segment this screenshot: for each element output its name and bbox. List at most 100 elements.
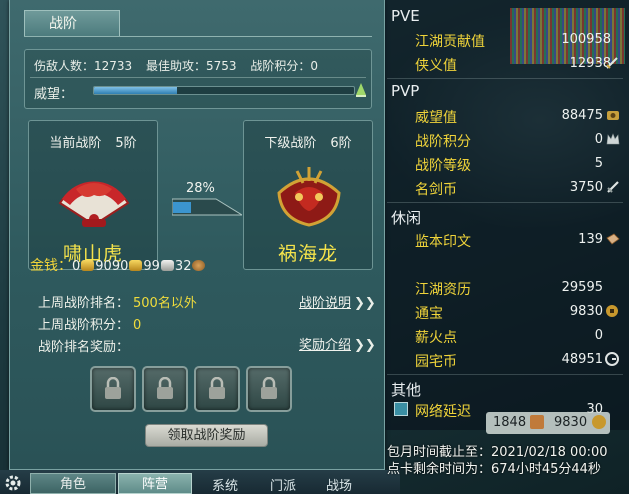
stat-value: 29595 — [561, 280, 603, 295]
rank-description-link[interactable]: 战阶说明 ❯❯ — [299, 292, 376, 311]
stats-box: 伤敌人数：12733 最佳助攻：5753 战阶积分：0 威望： — [24, 49, 372, 109]
next-rank-header: 下级战阶 6阶 — [244, 132, 372, 151]
rank-progress-percent: 28% — [186, 181, 215, 196]
scroll-currency-icon — [530, 415, 544, 429]
currency-strip: 1848 9830 — [486, 412, 610, 434]
next-rank-card: 下级战阶 6阶 祸海龙 — [243, 120, 373, 270]
gear-icon[interactable] — [4, 474, 22, 492]
crown-icon — [606, 133, 620, 145]
last-week-points-label: 上周战阶积分： — [38, 318, 130, 333]
gold-ingot-icon — [129, 260, 143, 271]
tab-underline — [24, 36, 372, 37]
current-rank-card: 当前战阶 5阶 啸山虎 — [28, 120, 158, 270]
double-chevron-right-icon: ❯❯ — [354, 296, 376, 311]
gold-brick-value: 0 — [72, 259, 81, 274]
next-rank-name: 祸海龙 — [277, 243, 338, 265]
current-rank-level: 5阶 — [115, 136, 137, 151]
current-rank-title: 当前战阶 — [49, 136, 102, 151]
rewards-intro-label: 奖励介绍 — [299, 338, 352, 353]
kills-stat: 伤敌人数：12733 — [34, 59, 133, 73]
gold-value: 9090 — [95, 259, 129, 274]
fan-emblem-icon — [58, 181, 130, 227]
reward-slot-1[interactable] — [90, 366, 136, 412]
points-stat: 战阶积分：0 — [250, 59, 319, 73]
stat-value: 139 — [578, 232, 603, 247]
stat-label: 名剑币 — [415, 182, 457, 198]
tab-rank[interactable]: 战阶 — [24, 10, 120, 37]
stat-label: 战阶等级 — [415, 158, 471, 174]
reward-slot-4[interactable] — [246, 366, 292, 412]
last-week-rank-value: 500名以外 — [133, 296, 197, 311]
claim-rank-reward-button[interactable]: 领取战阶奖励 — [145, 424, 268, 447]
stat-label: 园宅币 — [415, 354, 457, 370]
last-week-rank-row: 上周战阶排名： 500名以外 — [38, 292, 197, 311]
stat-value: 5 — [594, 156, 603, 171]
stat-label: 网络延迟 — [415, 404, 471, 420]
divider — [387, 202, 623, 203]
current-rank-header: 当前战阶 5阶 — [29, 132, 157, 151]
sword-icon — [606, 57, 618, 69]
divider — [387, 374, 623, 375]
currency-left-value: 1848 — [493, 415, 527, 430]
next-rank-level: 6阶 — [330, 136, 352, 151]
reward-slot-3[interactable] — [194, 366, 240, 412]
prestige-badge-icon — [607, 111, 619, 120]
double-chevron-right-icon: ❯❯ — [354, 338, 376, 353]
last-week-rank-label: 上周战阶排名： — [38, 296, 130, 311]
stat-value: 48951 — [561, 352, 603, 367]
stat-label: 威望值 — [415, 110, 457, 126]
stat-label: 江湖贡献值 — [415, 34, 485, 50]
prestige-label: 威望： — [34, 87, 74, 102]
stat-label: 侠义值 — [415, 58, 457, 74]
stat-label: 监本印文 — [415, 234, 471, 250]
stats-line: 伤敌人数：12733 最佳助攻：5753 战阶积分：0 — [34, 57, 328, 74]
currency-right-value: 9830 — [554, 415, 588, 430]
lock-icon — [209, 377, 225, 399]
tab-character[interactable]: 角色 — [30, 473, 116, 494]
copper-coin-icon — [192, 260, 206, 271]
rank-panel: 战阶 伤敌人数：12733 最佳助攻：5753 战阶积分：0 威望： 当前战阶 5… — [9, 0, 385, 470]
stat-label: 战阶积分 — [415, 134, 471, 150]
rewards-intro-link[interactable]: 奖励介绍 ❯❯ — [299, 334, 376, 353]
pve-section-title: PVE — [391, 7, 420, 25]
tab-camp[interactable]: 阵营 — [118, 473, 192, 494]
divider — [30, 77, 366, 78]
copper-value: 32 — [174, 259, 192, 274]
reward-slot-2[interactable] — [142, 366, 188, 412]
network-latency-checkbox[interactable] — [394, 402, 408, 416]
gold-brick-icon — [81, 260, 95, 271]
silver-value: 99 — [143, 259, 160, 274]
tongbao-coin-icon — [606, 305, 618, 317]
money-row: 金钱：0 9090 99 32 — [30, 255, 206, 275]
lock-icon — [157, 377, 173, 399]
lock-icon — [261, 377, 277, 399]
prestige-bar-fill — [94, 87, 178, 94]
tab-battlefield[interactable]: 战场 — [316, 476, 362, 494]
last-week-points-value: 0 — [133, 318, 142, 333]
rank-reward-label: 战阶排名奖励： — [38, 340, 130, 355]
sword-coin-icon — [607, 181, 619, 193]
tongbao-coin-icon — [592, 415, 606, 429]
divider — [387, 78, 623, 79]
stat-label: 通宝 — [415, 306, 443, 322]
stat-value: 88475 — [561, 108, 603, 123]
prestige-bar — [93, 86, 355, 95]
stat-value: 100958 — [561, 32, 611, 47]
pvp-section-title: PVP — [391, 82, 420, 100]
leisure-section-title: 休闲 — [391, 209, 422, 227]
stat-value: 3750 — [569, 180, 603, 195]
tab-sect[interactable]: 门派 — [260, 476, 306, 494]
stat-value: 0 — [594, 328, 603, 343]
seal-icon — [606, 233, 620, 245]
best-assist-stat: 最佳助攻：5753 — [146, 59, 237, 73]
rank-description-label: 战阶说明 — [299, 296, 352, 311]
flag-marker-icon — [356, 83, 366, 97]
stat-value: 9830 — [569, 304, 603, 319]
other-section-title: 其他 — [391, 381, 422, 399]
silver-ingot-icon — [160, 260, 174, 271]
tab-system[interactable]: 系统 — [200, 476, 250, 494]
next-rank-title: 下级战阶 — [264, 136, 317, 151]
lock-icon — [105, 377, 121, 399]
stat-label: 江湖资历 — [415, 282, 471, 298]
dragon-emblem-icon — [277, 167, 341, 227]
